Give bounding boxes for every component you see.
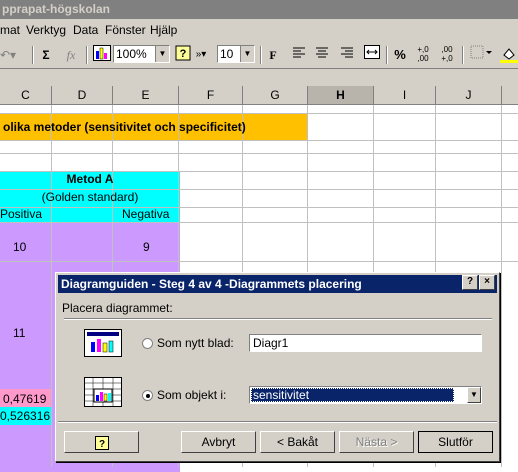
object-radio[interactable] <box>142 390 153 401</box>
column-header-k[interactable] <box>502 86 518 104</box>
menu-item-hjalp[interactable]: Hjälp <box>150 23 177 37</box>
column-header-g[interactable]: G <box>243 86 308 104</box>
undo-icon[interactable]: ↶▾ <box>0 45 16 65</box>
new-sheet-option-label[interactable]: Som nytt blad: <box>157 336 234 350</box>
menu-bar: mat Verktyg Data Fönster Hjälp <box>0 19 518 41</box>
object-option-label[interactable]: Som objekt i: <box>157 388 226 402</box>
menu-item-format[interactable]: mat <box>0 23 20 37</box>
column-headers: C D E F G H I J <box>0 86 518 105</box>
cell-value-0526316: 0,526316 <box>0 409 51 423</box>
button-divider <box>58 421 497 423</box>
dialog-help-icon[interactable]: ? <box>462 275 478 290</box>
column-header-h[interactable]: H <box>308 86 374 104</box>
chevron-down-icon[interactable]: ▼ <box>155 46 169 62</box>
finish-button[interactable]: Slutför <box>418 431 493 453</box>
embedded-chart-icon <box>84 377 122 410</box>
svg-text:?: ? <box>180 48 187 60</box>
menu-item-verktyg[interactable]: Verktyg <box>26 23 66 37</box>
toolbar: ↶▾ Σ fx 100% ▼ ? »▾ 10 ▼ F % +,0 ,00 ,00… <box>0 41 518 69</box>
column-header-j[interactable]: J <box>436 86 502 104</box>
menu-item-fonster[interactable]: Fönster <box>105 23 146 37</box>
autosum-icon[interactable]: Σ <box>38 45 54 65</box>
zoom-value: 100% <box>116 47 147 61</box>
new-sheet-name-input[interactable]: Diagr1 <box>249 334 482 352</box>
toolbar-options-icon[interactable]: »▾ <box>195 45 207 65</box>
object-sheet-value: sensitivitet <box>251 388 454 402</box>
back-button[interactable]: < Bakåt <box>260 431 335 453</box>
column-header-e[interactable]: E <box>113 86 179 104</box>
align-center-icon[interactable] <box>313 45 331 65</box>
placement-group-label: Placera diagrammet: <box>62 301 173 315</box>
new-sheet-radio[interactable] <box>142 338 153 349</box>
negativa-label: Negativa <box>122 207 170 221</box>
positiva-label: Positiva <box>0 207 43 221</box>
font-size-value: 10 <box>220 47 234 61</box>
object-sheet-select[interactable]: sensitivitet ▼ <box>249 386 482 404</box>
sheet-header-text: olika metoder (sensitivitet och specific… <box>3 120 246 134</box>
column-header-i[interactable]: I <box>374 86 436 104</box>
zoom-select[interactable]: 100% ▼ <box>113 45 170 63</box>
percent-button[interactable]: % <box>392 45 408 65</box>
formula-bar <box>0 69 518 86</box>
cell-value-11: 11 <box>13 326 26 340</box>
decrease-decimal-icon[interactable]: ,00 +,0 <box>438 45 456 65</box>
column-header-d[interactable]: D <box>52 86 113 104</box>
cell-value-9: 9 <box>143 240 150 254</box>
new-sheet-chart-icon <box>84 329 122 360</box>
cell-value-10: 10 <box>13 240 27 254</box>
dialog-title: Diagramguiden - Steg 4 av 4 -Diagrammets… <box>58 275 497 293</box>
column-header-c[interactable]: C <box>0 86 52 104</box>
help-button[interactable]: ? <box>64 431 139 453</box>
font-size-select[interactable]: 10 ▼ <box>217 45 255 63</box>
cancel-button[interactable]: Avbryt <box>181 431 256 453</box>
align-right-icon[interactable] <box>338 45 356 65</box>
close-icon[interactable]: × <box>479 275 495 290</box>
window-title: pprapat-högskolan <box>0 0 518 19</box>
bold-button[interactable]: F <box>266 45 280 65</box>
function-icon[interactable]: fx <box>62 45 80 65</box>
svg-text:?: ? <box>98 439 104 450</box>
metod-subtitle: (Golden standard) <box>41 190 139 204</box>
metod-title: Metod A <box>66 172 114 186</box>
group-divider <box>64 318 492 320</box>
chart-wizard-icon[interactable] <box>92 45 112 65</box>
column-header-f[interactable]: F <box>179 86 243 104</box>
fill-color-icon[interactable] <box>500 45 518 65</box>
cell-value-047619: 0,47619 <box>3 392 47 406</box>
align-left-icon[interactable] <box>290 45 308 65</box>
chart-wizard-dialog: Diagramguiden - Steg 4 av 4 -Diagrammets… <box>55 272 500 462</box>
menu-item-data[interactable]: Data <box>73 23 98 37</box>
merge-center-icon[interactable] <box>362 45 382 65</box>
office-assistant-icon[interactable]: ? <box>174 45 192 65</box>
chevron-down-icon[interactable]: ▼ <box>240 46 254 62</box>
increase-decimal-icon[interactable]: +,0 ,00 <box>414 45 432 65</box>
next-button[interactable]: Nästa > <box>339 431 414 453</box>
chevron-down-icon[interactable]: ▼ <box>467 387 481 403</box>
borders-icon[interactable] <box>470 45 492 65</box>
